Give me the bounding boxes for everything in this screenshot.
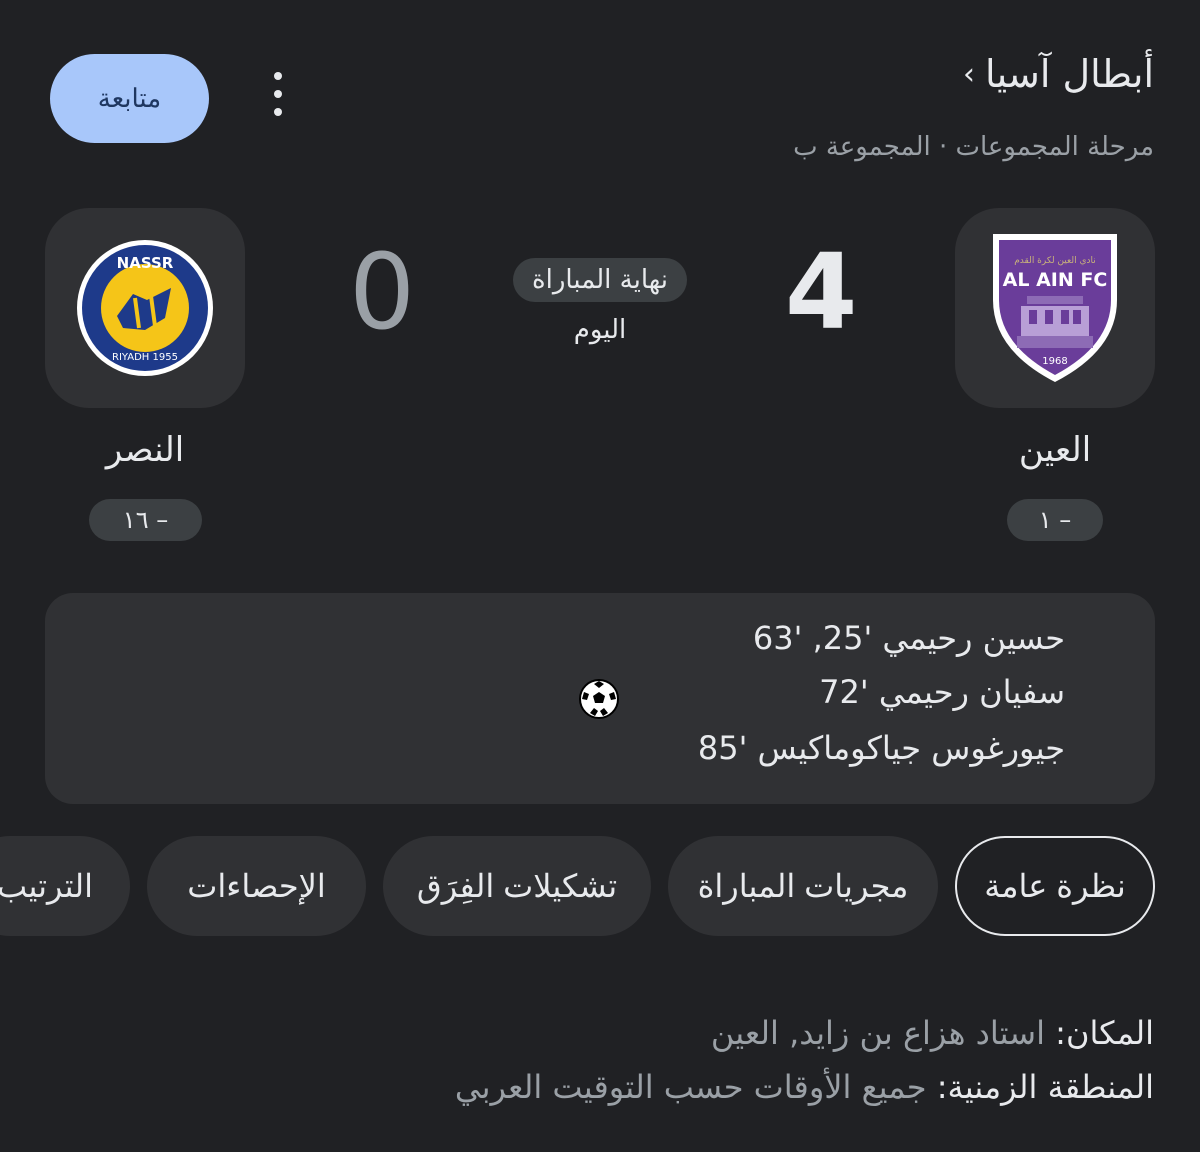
- stage-label: مرحلة المجموعات · المجموعة ب: [793, 132, 1154, 162]
- tab-lineups[interactable]: تشكيلات الفِرَق: [383, 836, 651, 936]
- timezone-value: جميع الأوقات حسب التوقيت العربي: [454, 1068, 927, 1106]
- al-nassr-crest-icon: NASSR RIYADH 1955: [77, 240, 213, 376]
- match-date: اليوم: [573, 315, 627, 345]
- tab-stats[interactable]: الإحصاءات: [147, 836, 366, 936]
- timezone-info: المنطقة الزمنية: جميع الأوقات حسب التوقي…: [455, 1068, 1154, 1106]
- more-options-icon[interactable]: [262, 72, 294, 116]
- svg-text:1968: 1968: [1042, 356, 1067, 367]
- competition-name: أبطال آسيا: [984, 52, 1154, 96]
- tab-match-events[interactable]: مجريات المباراة: [668, 836, 938, 936]
- home-team-logo[interactable]: نادي العين لكرة القدم AL AIN FC 1968: [955, 208, 1155, 408]
- away-score: 0: [349, 231, 416, 353]
- timezone-label: المنطقة الزمنية:: [936, 1068, 1154, 1106]
- home-score: 4: [785, 231, 858, 353]
- away-team-name[interactable]: النصر: [45, 430, 245, 470]
- home-team-name[interactable]: العين: [955, 430, 1155, 470]
- match-status-badge: نهاية المباراة: [513, 258, 687, 302]
- al-ain-crest-icon: نادي العين لكرة القدم AL AIN FC 1968: [993, 234, 1117, 382]
- venue-label: المكان:: [1055, 1014, 1154, 1052]
- svg-text:نادي العين لكرة القدم: نادي العين لكرة القدم: [1014, 256, 1096, 266]
- goal-scorers-card: حسين رحيمي '25, '63 سفيان رحيمي '72 جيور…: [45, 593, 1155, 804]
- goal-scorer-line: سفيان رحيمي '72: [819, 673, 1065, 711]
- away-team-logo[interactable]: NASSR RIYADH 1955: [45, 208, 245, 408]
- home-team-rank: – ١: [1007, 499, 1103, 541]
- match-page: أبطال آسيا › مرحلة المجموعات · المجموعة …: [0, 0, 1200, 1152]
- svg-text:RIYADH 1955: RIYADH 1955: [112, 352, 178, 363]
- svg-text:NASSR: NASSR: [117, 254, 174, 272]
- venue-value: استاد هزاع بن زايد, العين: [710, 1014, 1045, 1052]
- tab-standings[interactable]: الترتيب: [0, 836, 130, 936]
- competition-link[interactable]: أبطال آسيا ›: [963, 52, 1154, 96]
- svg-text:AL AIN FC: AL AIN FC: [1003, 269, 1108, 291]
- soccer-ball-icon: [579, 679, 619, 719]
- follow-button[interactable]: متابعة: [50, 54, 209, 143]
- goal-scorer-line: حسين رحيمي '25, '63: [752, 619, 1065, 657]
- goal-scorer-line: جيورغوس جياكوماكيس '85: [697, 729, 1065, 767]
- chevron-left-icon: ›: [962, 56, 975, 92]
- tab-overview[interactable]: نظرة عامة: [955, 836, 1155, 936]
- venue-info: المكان: استاد هزاع بن زايد, العين: [711, 1014, 1154, 1052]
- away-team-rank: – ١٦: [89, 499, 202, 541]
